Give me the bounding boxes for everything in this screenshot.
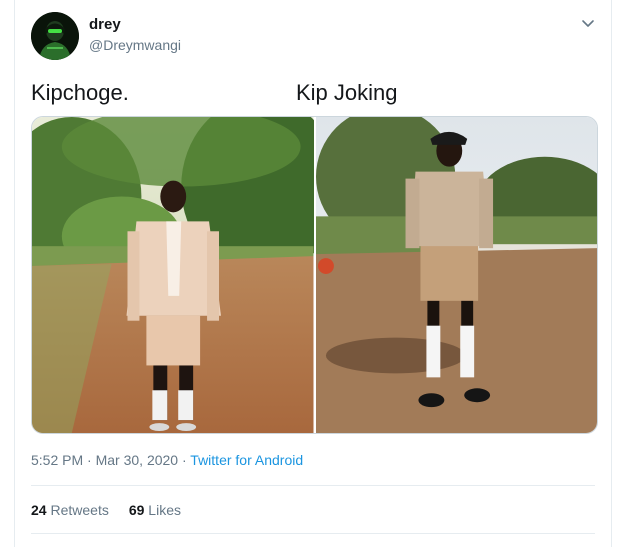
tweet-source-link[interactable]: Twitter for Android (190, 452, 303, 468)
caption-right: Kip Joking (296, 80, 398, 105)
photo-left-image (32, 117, 314, 433)
likes-label: Likes (148, 502, 181, 518)
retweets-label: Retweets (50, 502, 109, 518)
photo-left[interactable] (32, 117, 314, 433)
user-display-name[interactable]: drey (89, 16, 121, 33)
photo-right[interactable] (315, 117, 597, 433)
tweet-time[interactable]: 5:52 PM (31, 452, 83, 468)
avatar-image (31, 12, 79, 60)
likes-stat[interactable]: 69 Likes (129, 502, 181, 518)
tweet-card: drey @Dreymwangi Kipchoge. Kip Joking 5:… (14, 0, 612, 547)
retweets-count: 24 (31, 502, 47, 518)
chevron-down-icon[interactable] (579, 14, 597, 32)
caption-left: Kipchoge. (31, 80, 129, 105)
tweet-meta: 5:52 PM · Mar 30, 2020 · Twitter for And… (31, 452, 303, 468)
avatar[interactable] (31, 12, 79, 60)
divider-bottom (31, 533, 595, 534)
meta-separator: · (87, 452, 92, 468)
user-handle[interactable]: @Dreymwangi (89, 37, 181, 53)
tweet-date[interactable]: Mar 30, 2020 (96, 452, 179, 468)
retweets-stat[interactable]: 24 Retweets (31, 502, 109, 518)
likes-count: 69 (128, 502, 145, 518)
tweet-stats: 24 Retweets 69 Likes (31, 502, 181, 518)
divider (31, 485, 595, 486)
meta-separator-2: · (181, 452, 187, 468)
photo-right-image (315, 117, 597, 433)
tweet-media[interactable] (31, 116, 598, 434)
